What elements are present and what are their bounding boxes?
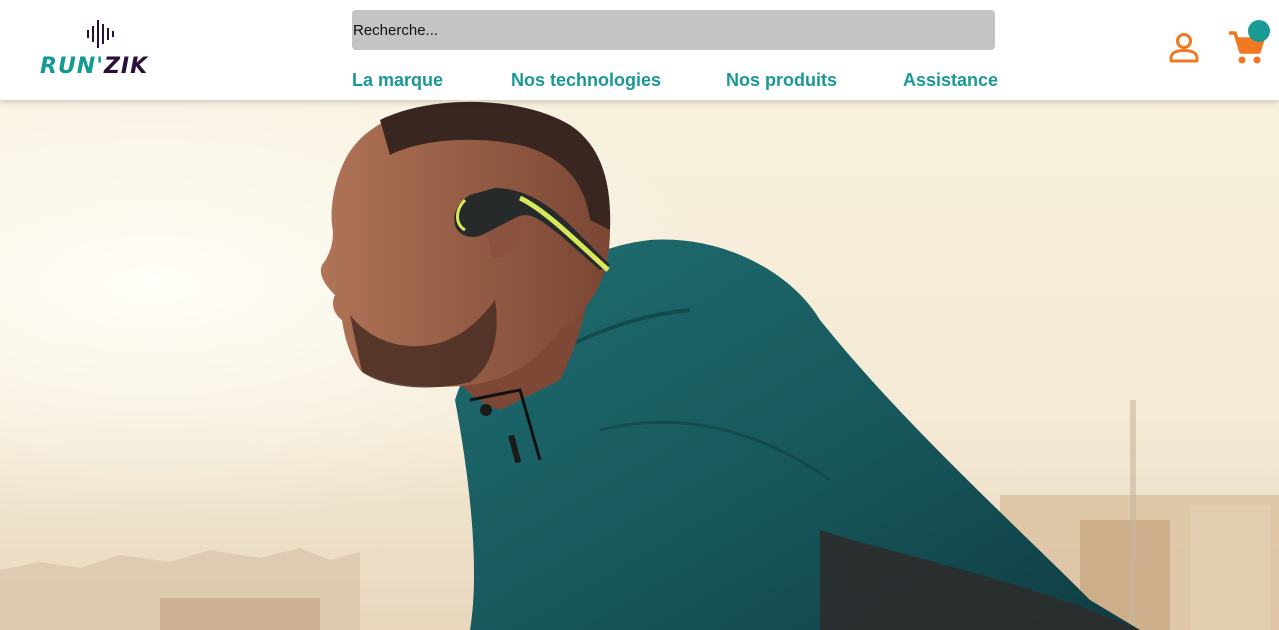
sound-wave-icon [87,20,114,48]
nav-item-la-marque[interactable]: La marque [352,70,443,91]
brand-name: RUN'ZIK [40,54,148,80]
hero-banner [0,100,1279,630]
user-account-icon [1169,33,1199,63]
search-input[interactable] [352,10,995,50]
main-nav: La marque Nos technologies Nos produits … [352,70,998,92]
hero-image [0,100,1279,630]
cart-count-badge [1248,20,1270,42]
brand-logo[interactable]: RUN'ZIK [38,16,162,80]
brand-name-part2: ZIK [103,54,149,79]
nav-item-nos-technologies[interactable]: Nos technologies [511,70,661,91]
site-header: RUN'ZIK La marque Nos technologies Nos p… [0,0,1279,100]
brand-name-part1: RUN' [40,54,104,79]
account-button[interactable] [1166,30,1202,66]
nav-item-assistance[interactable]: Assistance [903,70,998,91]
nav-item-nos-produits[interactable]: Nos produits [726,70,837,91]
